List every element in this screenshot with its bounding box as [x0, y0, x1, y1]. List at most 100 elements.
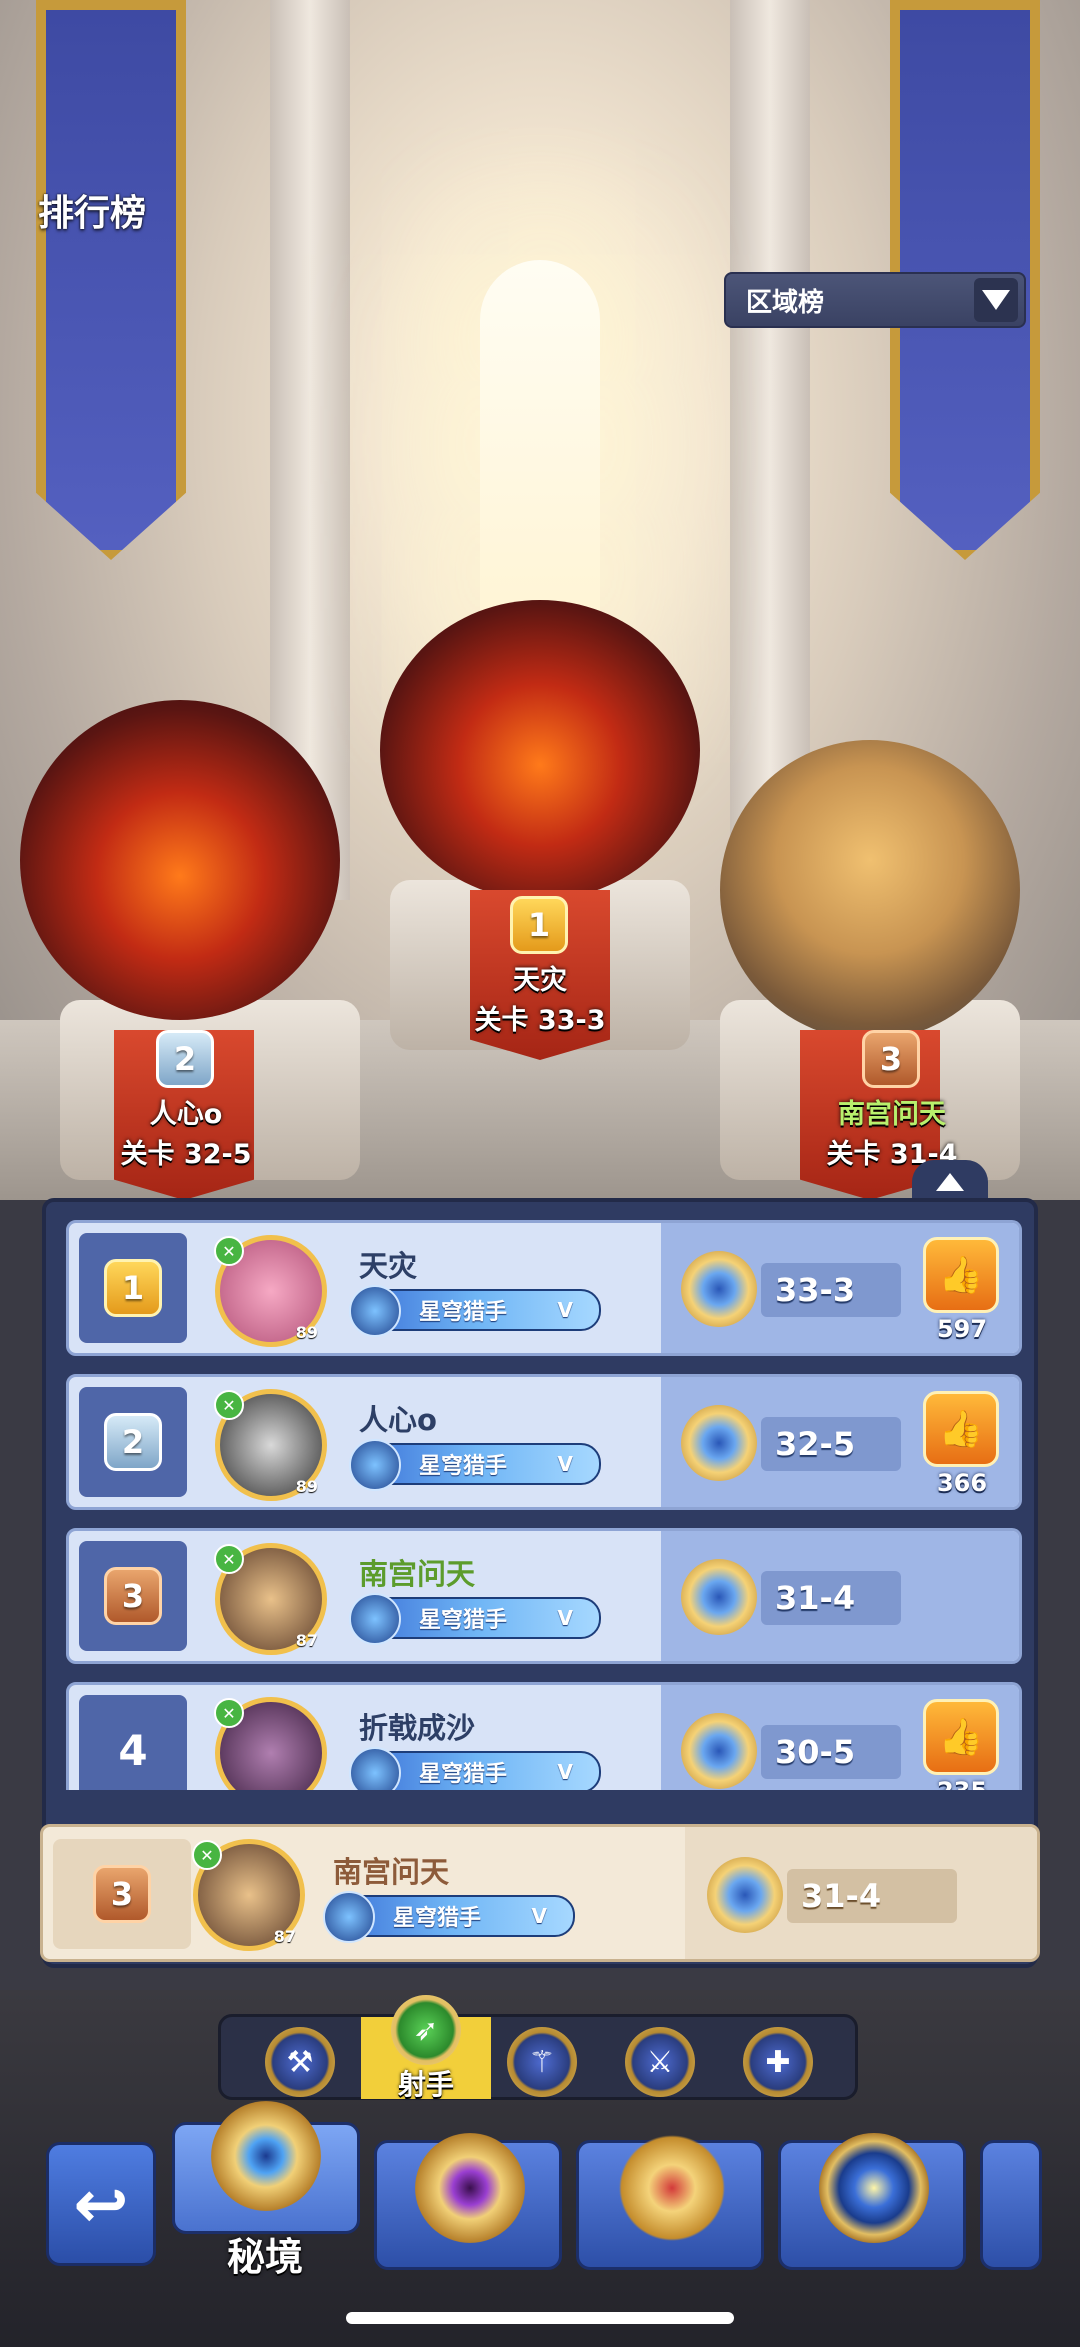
class-badge-icon: ✕	[214, 1544, 244, 1574]
title-emblem-icon	[349, 1747, 401, 1790]
player-level: 89	[295, 1477, 318, 1496]
player-name: 人心o	[359, 1403, 437, 1437]
tab-secret-realm[interactable]	[172, 2101, 360, 2234]
tab-crown[interactable]	[576, 2133, 764, 2270]
stage-value: 31-4	[787, 1869, 957, 1923]
class-badge-icon: ✕	[192, 1840, 222, 1870]
like-button[interactable]: 👍	[923, 1699, 999, 1775]
title-emblem-icon	[323, 1891, 375, 1943]
avatar[interactable]: ✕	[214, 1697, 327, 1790]
class-badge-icon: ✕	[214, 1698, 244, 1728]
player-level: 87	[295, 1631, 318, 1650]
tab-purple-eye[interactable]	[374, 2133, 562, 2270]
blade-class-icon[interactable]: ⚔	[625, 2027, 695, 2097]
title-text: 星穹猎手	[393, 1906, 482, 1931]
rank-medal: 1	[104, 1259, 162, 1317]
title-tier: V	[557, 1606, 573, 1630]
table-row[interactable]: 3 ✕ 87 南宫问天 星穹猎手 V 31-4	[66, 1528, 1022, 1664]
player-name: 折戟成沙	[359, 1711, 476, 1745]
rank-number: 3	[110, 1875, 134, 1913]
table-row[interactable]: 1 ✕ 89 天灾 星穹猎手 V 33-3 👍 597	[66, 1220, 1022, 1356]
table-row[interactable]: 2 ✕ 89 人心o 星穹猎手 V 32-5 👍 366	[66, 1374, 1022, 1510]
podium-stage-2: 关卡 32-5	[120, 1139, 252, 1170]
thumbs-up-icon: 👍	[938, 1717, 984, 1758]
stage-compass-icon	[681, 1713, 757, 1789]
chevron-down-icon[interactable]	[974, 278, 1018, 322]
podium-name-2: 人心o	[149, 1099, 223, 1130]
podium-stage-1: 关卡 33-3	[474, 1005, 606, 1036]
leaderboard-list[interactable]: 1 ✕ 89 天灾 星穹猎手 V 33-3 👍 597 2 ✕ 89 人心o 星…	[66, 1220, 1022, 1790]
chevron-up-icon	[936, 1173, 964, 1191]
rank-medal: 3	[93, 1865, 151, 1923]
stage-value: 31-4	[761, 1571, 901, 1625]
class-filter-bar[interactable]: ⚒ ➶ 射手 ⚚ ⚔ ✚	[218, 1995, 858, 2101]
player-level: 87	[273, 1927, 296, 1946]
title-text: 星穹猎手	[419, 1608, 508, 1633]
staff-class-icon[interactable]: ⚚	[507, 2027, 577, 2097]
podium-rank-1: 1	[527, 906, 551, 944]
rank-cell: 4	[79, 1695, 187, 1790]
podium-rank-3: 3	[879, 1040, 903, 1078]
like-button[interactable]: 👍	[923, 1237, 999, 1313]
hero-first-place[interactable]	[380, 600, 700, 900]
player-name: 南宫问天	[359, 1557, 476, 1591]
like-count: 235	[917, 1777, 1007, 1790]
title-tier: V	[557, 1452, 573, 1476]
bow-class-icon[interactable]: ➶	[391, 1995, 461, 2065]
my-rank-row[interactable]: 3 ✕ 87 南宫问天 星穹猎手 V 31-4	[40, 1824, 1040, 1962]
table-row[interactable]: 4 ✕ 折戟成沙 星穹猎手 V 30-5 👍 235	[66, 1682, 1022, 1790]
secret-realm-emblem	[211, 2101, 321, 2211]
hero-third-place[interactable]	[720, 740, 1020, 1040]
title-emblem-icon	[349, 1593, 401, 1645]
avatar[interactable]: ✕ 87	[214, 1543, 327, 1655]
tab-star-compass[interactable]	[778, 2133, 966, 2270]
podium-rank-3-medal: 3	[862, 1030, 920, 1088]
like-count: 366	[936, 1469, 988, 1497]
stage-value: 30-5	[761, 1725, 901, 1779]
podium-name-1: 天灾	[513, 965, 567, 996]
tab-next-partial[interactable]	[980, 2140, 1042, 2270]
player-name: 天灾	[359, 1249, 418, 1283]
title-badge: 星穹猎手 V	[349, 1285, 601, 1337]
my-player-name: 南宫问天	[333, 1855, 450, 1889]
rank-number: 1	[121, 1269, 145, 1307]
class-tab-label: 射手	[397, 2068, 454, 2101]
thumbs-up-icon: 👍	[938, 1255, 984, 1296]
region-dropdown-value: 区域榜	[746, 287, 825, 318]
title-text: 星穹猎手	[419, 1300, 508, 1325]
region-dropdown[interactable]: 区域榜	[724, 272, 1026, 328]
hero-second-place[interactable]	[20, 700, 340, 1020]
avatar[interactable]: ✕ 89	[214, 1389, 327, 1501]
home-indicator[interactable]	[346, 2312, 734, 2324]
title-badge: 星穹猎手 V	[349, 1593, 601, 1645]
stage-compass-icon	[681, 1251, 757, 1327]
stage-compass-icon	[707, 1857, 783, 1933]
hall-background: 1 2 3 天灾 关卡 33-3 人心o 关卡 32-5 南宫问天 关卡 31-…	[0, 0, 1080, 1200]
left-banner	[36, 0, 186, 560]
like-button[interactable]: 👍	[923, 1391, 999, 1467]
podium-name-3: 南宫问天	[838, 1099, 946, 1130]
avatar[interactable]: ✕ 89	[214, 1235, 327, 1347]
page-title: 排行榜	[38, 193, 147, 234]
crown-emblem	[617, 2133, 727, 2243]
axe-class-icon[interactable]: ⚒	[265, 2027, 335, 2097]
rank-number: 4	[118, 1725, 148, 1775]
rank-cell: 1	[79, 1233, 187, 1343]
class-badge-icon: ✕	[214, 1236, 244, 1266]
thumbs-up-icon: 👍	[938, 1409, 984, 1450]
rank-cell: 2	[79, 1387, 187, 1497]
back-button[interactable]: ↩	[46, 2142, 156, 2266]
stage-value: 32-5	[761, 1417, 901, 1471]
rank-medal: 2	[104, 1413, 162, 1471]
podium-rank-2-medal: 2	[156, 1030, 214, 1088]
podium-rank-2: 2	[173, 1040, 197, 1078]
rank-cell: 3	[79, 1541, 187, 1651]
my-avatar[interactable]: ✕ 87	[192, 1839, 305, 1951]
rank-medal: 3	[104, 1567, 162, 1625]
cross-class-icon[interactable]: ✚	[743, 2027, 813, 2097]
title-text: 星穹猎手	[419, 1762, 508, 1787]
title-tier: V	[557, 1760, 573, 1784]
stage-compass-icon	[681, 1559, 757, 1635]
player-level: 89	[295, 1323, 318, 1342]
title-emblem-icon	[349, 1439, 401, 1491]
